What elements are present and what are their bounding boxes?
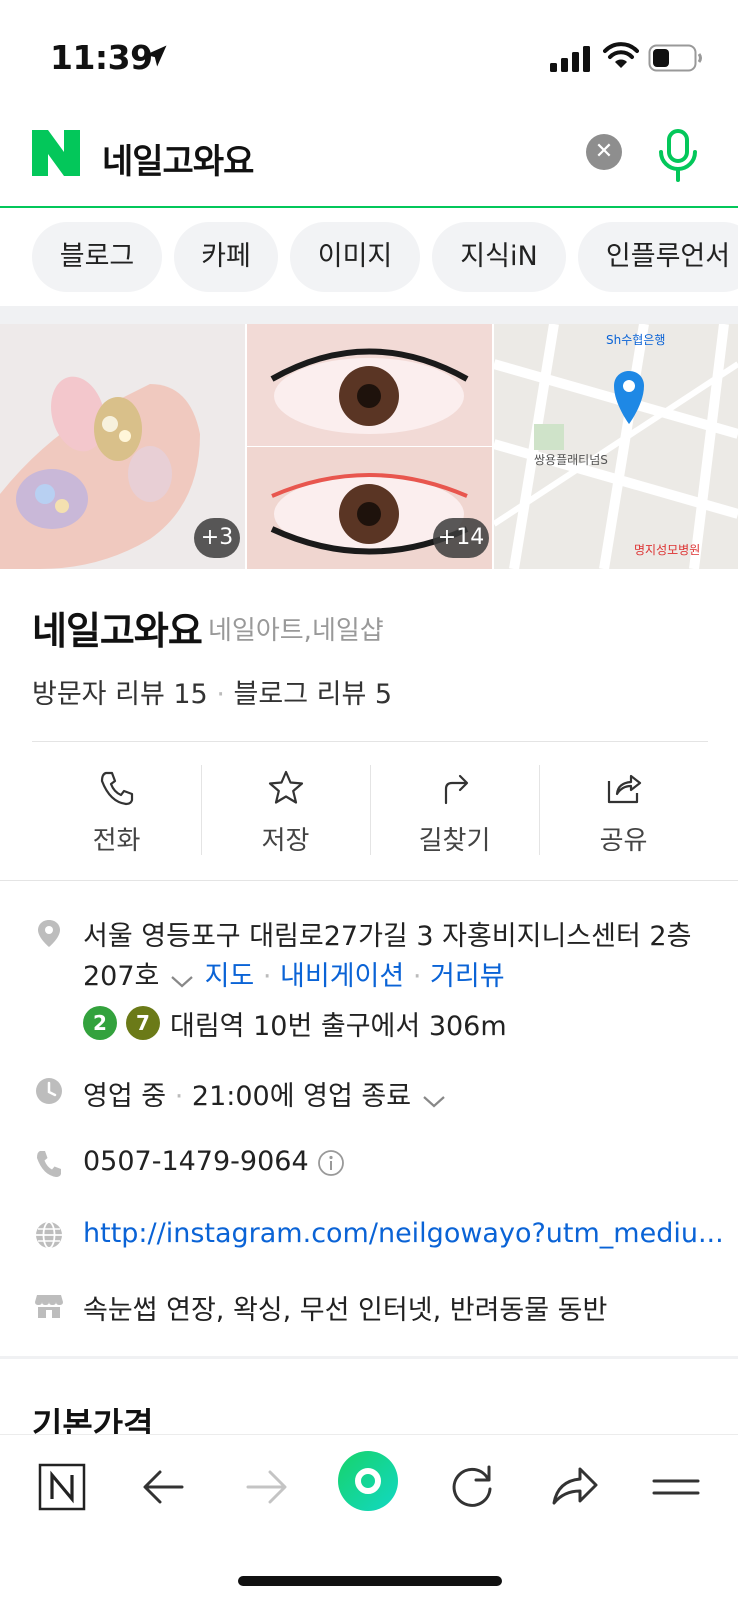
separator-dot: · — [262, 961, 272, 992]
battery-icon — [648, 44, 702, 72]
amenities-text: 속눈썹 연장, 왁싱, 무선 인터넷, 반려동물 동반 — [83, 1295, 608, 1326]
store-icon — [35, 1295, 63, 1318]
tab-image[interactable]: 이미지 — [290, 222, 420, 292]
hours-detail: 21:00에 영업 종료 — [191, 1081, 412, 1112]
address-line1: 서울 영등포구 대림로27가길 3 자홍비지니스센터 2층 — [83, 921, 692, 952]
photo-strip: +3 +14 Sh수협은행 쌍용플래티넘S 명지성모병원 — [0, 324, 738, 569]
subway-line-7-badge: 7 — [126, 1006, 160, 1040]
call-button[interactable]: 전화 — [32, 765, 201, 865]
action-row: 전화 저장 길찾기 공유 — [32, 765, 708, 865]
svg-text:명지성모병원: 명지성모병원 — [634, 543, 700, 557]
photo-count-badge: +14 — [433, 518, 489, 558]
svg-text:Sh수협은행: Sh수협은행 — [606, 332, 665, 347]
directions-arrow-icon — [444, 774, 469, 805]
photo-count-badge: +3 — [194, 518, 240, 558]
section-gap — [0, 306, 738, 324]
share-button[interactable]: 공유 — [539, 765, 708, 865]
hours-row[interactable]: 영업 중 · 21:00에 영업 종료 — [83, 1074, 448, 1113]
share-icon — [607, 774, 642, 804]
navigation-link[interactable]: 내비게이션 — [280, 961, 404, 992]
divider — [0, 880, 738, 881]
street-view-link[interactable]: 거리뷰 — [430, 961, 505, 992]
directions-label: 길찾기 — [418, 826, 491, 856]
directions-button[interactable]: 길찾기 — [370, 765, 539, 865]
blog-reviews-link[interactable]: 블로그 리뷰 5 — [234, 679, 393, 710]
clock-icon — [36, 1078, 62, 1104]
naver-home-icon[interactable] — [32, 1457, 92, 1517]
section-divider — [0, 1356, 738, 1359]
refresh-icon[interactable] — [442, 1457, 502, 1517]
back-arrow-icon[interactable] — [134, 1457, 194, 1517]
search-bar: 네일고와요 ✕ — [0, 110, 738, 208]
location-arrow-icon — [145, 45, 167, 67]
subway-line-2-badge: 2 — [83, 1006, 117, 1040]
separator-dot: · — [174, 1081, 184, 1112]
separator-dot: · — [412, 961, 422, 992]
map-pin-icon — [38, 920, 60, 947]
forward-arrow-icon[interactable] — [236, 1457, 296, 1517]
green-dot-button-icon[interactable] — [336, 1449, 400, 1513]
menu-icon[interactable] — [646, 1457, 706, 1517]
microphone-icon[interactable] — [656, 128, 700, 184]
home-indicator — [238, 1576, 502, 1586]
nail-photo[interactable]: +3 — [0, 324, 245, 569]
tab-influencer[interactable]: 인플루언서 — [578, 222, 738, 292]
share-label: 공유 — [599, 826, 648, 856]
phone-icon — [37, 1151, 61, 1177]
review-summary: 방문자 리뷰 15 · 블로그 리뷰 5 — [32, 672, 392, 711]
phone-row: 0507-1479-9064 — [83, 1146, 345, 1177]
tab-cafe[interactable]: 카페 — [174, 222, 278, 292]
save-button[interactable]: 저장 — [201, 765, 370, 865]
svg-text:쌍용플래티넘S: 쌍용플래티넘S — [534, 453, 608, 467]
divider — [32, 741, 708, 742]
category-tabs: 블로그 카페 이미지 지식iN 인플루언서 — [0, 210, 738, 308]
wifi-icon — [603, 42, 639, 68]
chevron-down-icon[interactable] — [168, 968, 196, 988]
save-label: 저장 — [261, 826, 310, 856]
info-icon[interactable] — [317, 1149, 345, 1177]
tab-blog[interactable]: 블로그 — [32, 222, 162, 292]
cellular-signal-icon — [550, 46, 590, 72]
lash-photo[interactable]: +14 — [247, 324, 492, 569]
place-title[interactable]: 네일고와요 — [32, 600, 203, 655]
tab-knowledge-in[interactable]: 지식iN — [432, 222, 566, 292]
phone-number[interactable]: 0507-1479-9064 — [83, 1146, 309, 1177]
phone-icon — [100, 771, 134, 806]
globe-icon — [36, 1221, 62, 1249]
clear-search-button[interactable]: ✕ — [586, 134, 622, 170]
hours-status: 영업 중 — [83, 1081, 167, 1112]
address-line2: 207호 — [83, 961, 160, 992]
naver-logo-icon[interactable] — [32, 130, 80, 176]
status-time: 11:39 — [50, 38, 153, 77]
star-icon — [268, 770, 304, 804]
map-thumbnail[interactable]: Sh수협은행 쌍용플래티넘S 명지성모병원 — [494, 324, 738, 569]
visitor-reviews-link[interactable]: 방문자 리뷰 15 — [32, 679, 208, 710]
separator-dot: · — [216, 679, 225, 710]
address-line2-row: 207호 지도 · 내비게이션 · 거리뷰 — [83, 954, 505, 993]
map-link[interactable]: 지도 — [205, 961, 255, 992]
subway-info: 대림역 10번 출구에서 306m — [170, 1011, 507, 1042]
search-input[interactable]: 네일고와요 — [102, 134, 254, 183]
status-bar: 11:39 — [0, 0, 738, 110]
place-category: 네일아트,네일샵 — [208, 616, 384, 646]
chevron-down-icon[interactable] — [420, 1088, 448, 1108]
website-link[interactable]: http://instagram.com/neilgowayo?utm_medi… — [83, 1218, 724, 1249]
share-arrow-icon[interactable] — [544, 1457, 604, 1517]
call-label: 전화 — [92, 826, 141, 856]
